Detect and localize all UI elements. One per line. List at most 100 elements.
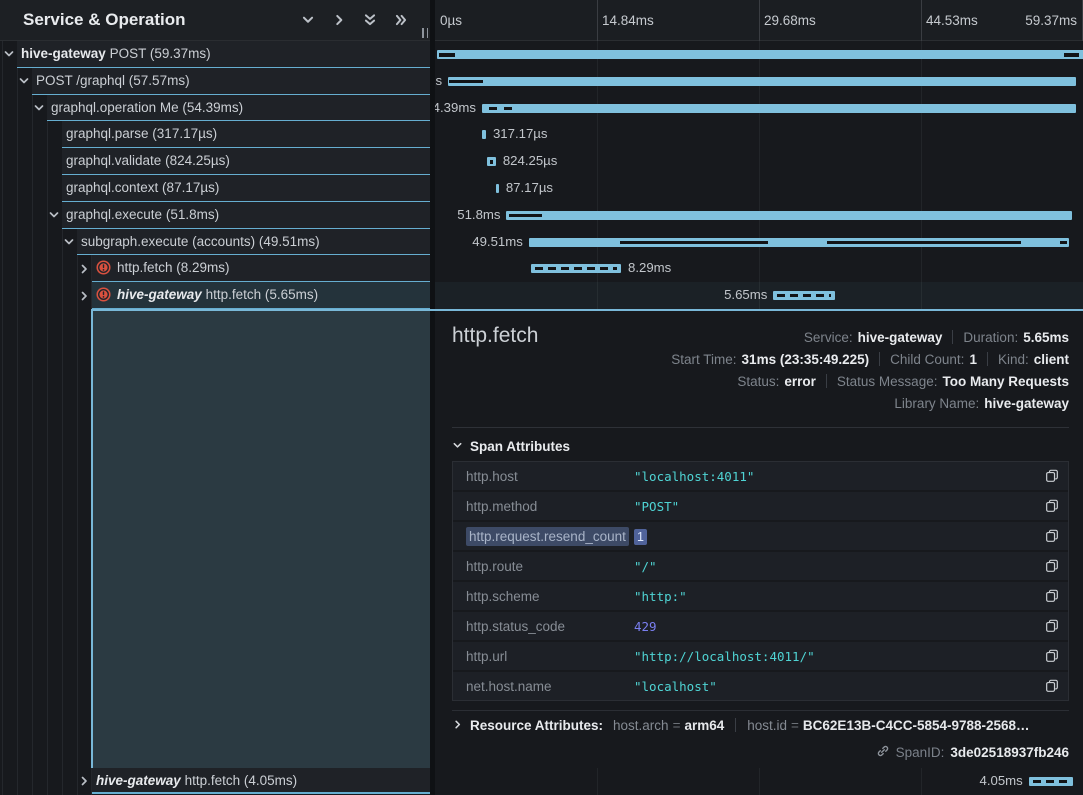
span-attribute-row[interactable]: http.scheme"http:" (453, 582, 1068, 610)
chevron-right-icon[interactable] (332, 13, 346, 27)
copy-value-button[interactable] (1040, 499, 1064, 513)
span-duration-bar[interactable] (506, 211, 1071, 220)
span-duration-bar[interactable] (482, 130, 485, 139)
span-duration-bar[interactable] (437, 50, 1083, 59)
span-attribute-row[interactable]: http.request.resend_count1 (453, 522, 1068, 550)
span-tree-row[interactable]: http.fetch (8.29ms) (92, 255, 430, 282)
span-service-name: hive-gateway (96, 773, 181, 788)
span-duration-bar[interactable] (487, 157, 496, 166)
child-span-mark (1033, 780, 1069, 783)
span-tree-row[interactable]: hive-gateway http.fetch (5.65ms) (92, 282, 430, 309)
chevron-down-icon[interactable] (63, 236, 75, 248)
chevron-down-icon[interactable] (48, 209, 60, 221)
child-span-mark (504, 107, 512, 111)
resource-attributes-title[interactable]: Resource Attributes: (470, 718, 603, 733)
span-attribute-row[interactable]: http.method"POST" (453, 492, 1068, 520)
span-duration-bar[interactable] (1029, 777, 1073, 786)
timeline-tick-label: 0µs (440, 0, 462, 41)
timeline-gridline (759, 0, 760, 41)
copy-value-button[interactable] (1040, 559, 1064, 573)
span-attribute-row[interactable]: net.host.name"localhost" (453, 672, 1068, 700)
span-duration-bar[interactable] (448, 77, 1076, 86)
attribute-value: 429 (634, 619, 1040, 634)
copy-value-button[interactable] (1040, 529, 1064, 543)
copy-value-button[interactable] (1040, 649, 1064, 663)
copy-value-button[interactable] (1040, 469, 1064, 483)
chevron-right-icon[interactable] (78, 290, 90, 302)
chevron-down-icon (452, 439, 463, 454)
attribute-key: http.method (453, 499, 634, 514)
meta-label: Kind: (998, 352, 1029, 367)
span-duration-label: 317.17µs (493, 121, 548, 148)
span-attribute-row[interactable]: http.status_code429 (453, 612, 1068, 640)
copy-value-button[interactable] (1040, 679, 1064, 693)
span-duration-bar[interactable] (529, 238, 1069, 247)
span-duration-label: 54.39ms (435, 95, 476, 122)
child-span-mark (777, 294, 831, 297)
meta-separator (952, 330, 953, 344)
span-operation-label: http.fetch (8.29ms) (117, 260, 230, 275)
span-attribute-row[interactable]: http.url"http://localhost:4011/" (453, 642, 1068, 670)
span-duration-bar[interactable] (496, 184, 499, 193)
timeline-gridline (597, 0, 598, 41)
meta-label: Status: (737, 374, 779, 389)
span-tree-row[interactable]: hive-gateway POST (59.37ms) (17, 41, 430, 68)
span-tree-row[interactable]: graphql.validate (824.25µs) (62, 148, 430, 175)
chevron-down-icon[interactable] (33, 102, 45, 114)
chevron-right-icon[interactable] (452, 718, 463, 733)
span-tree-row[interactable]: graphql.context (87.17µs) (62, 175, 430, 202)
span-attribute-row[interactable]: http.host"localhost:4011" (453, 462, 1068, 490)
child-span-mark (1064, 53, 1080, 57)
span-tree-row[interactable]: graphql.execute (51.8ms) (62, 202, 430, 229)
attribute-key: http.status_code (453, 619, 634, 634)
span-operation-label: http.fetch (5.65ms) (206, 287, 319, 302)
meta-label: Library Name: (894, 396, 979, 411)
span-meta-line: Library Name:hive-gateway (671, 392, 1069, 414)
span-tree-row[interactable]: POST /graphql (57.57ms) (32, 68, 430, 95)
span-attribute-row[interactable]: http.route"/" (453, 552, 1068, 580)
span-tree-row[interactable]: subgraph.execute (accounts) (49.51ms) (77, 229, 430, 256)
span-tree-row[interactable]: graphql.parse (317.17µs) (62, 121, 430, 148)
double-chevron-right-icon[interactable] (394, 13, 408, 27)
span-id-label: SpanID: (896, 745, 945, 760)
chevron-down-icon[interactable] (301, 13, 315, 27)
attribute-key: http.host (453, 469, 634, 484)
span-duration-label: 5.65ms (724, 282, 767, 309)
meta-separator (826, 374, 827, 388)
span-duration-bar[interactable] (531, 264, 621, 273)
copy-value-button[interactable] (1040, 589, 1064, 603)
span-duration-label: 49.51ms (472, 229, 523, 256)
span-duration-label: 57.57ms (435, 68, 442, 95)
link-icon[interactable] (876, 744, 890, 761)
span-duration-bar[interactable] (773, 291, 835, 300)
meta-value: client (1034, 352, 1069, 367)
meta-label: Start Time: (671, 352, 736, 367)
trace-viewer: Service & Operation hive-gateway POST (5… (0, 0, 1083, 795)
span-operation-label: POST /graphql (57.57ms) (36, 73, 190, 88)
chevron-right-icon[interactable] (78, 263, 90, 275)
chevron-right-icon[interactable] (78, 775, 90, 787)
meta-value: hive-gateway (858, 330, 943, 345)
chevron-down-icon[interactable] (18, 75, 30, 87)
timeline-tick-label: 14.84ms (602, 0, 654, 41)
attribute-key: net.host.name (453, 679, 634, 694)
span-duration-bar[interactable] (482, 104, 1076, 113)
span-operation-label: graphql.execute (51.8ms) (66, 207, 219, 222)
span-attributes-header[interactable]: Span Attributes (452, 439, 570, 454)
attribute-key: http.scheme (453, 589, 634, 604)
resource-attributes-preview: host.arch=arm64host.id=BC62E13B-C4CC-585… (613, 718, 1030, 733)
span-tree-row[interactable]: hive-gateway http.fetch (4.05ms) (92, 768, 430, 794)
meta-label: Status Message: (837, 374, 938, 389)
selected-span-expanded-area (91, 311, 430, 768)
tree-header: Service & Operation (0, 0, 430, 41)
meta-separator (735, 718, 736, 732)
attribute-value: "/" (634, 559, 1040, 574)
span-operation-label: subgraph.execute (accounts) (49.51ms) (81, 234, 320, 249)
span-tree-row[interactable]: graphql.operation Me (54.39ms) (47, 95, 430, 122)
chevron-down-icon[interactable] (3, 48, 15, 60)
indent-guide (47, 41, 48, 795)
span-operation-label: graphql.operation Me (54.39ms) (51, 100, 243, 115)
error-icon (96, 285, 111, 309)
double-chevron-down-icon[interactable] (363, 13, 377, 27)
copy-value-button[interactable] (1040, 619, 1064, 633)
